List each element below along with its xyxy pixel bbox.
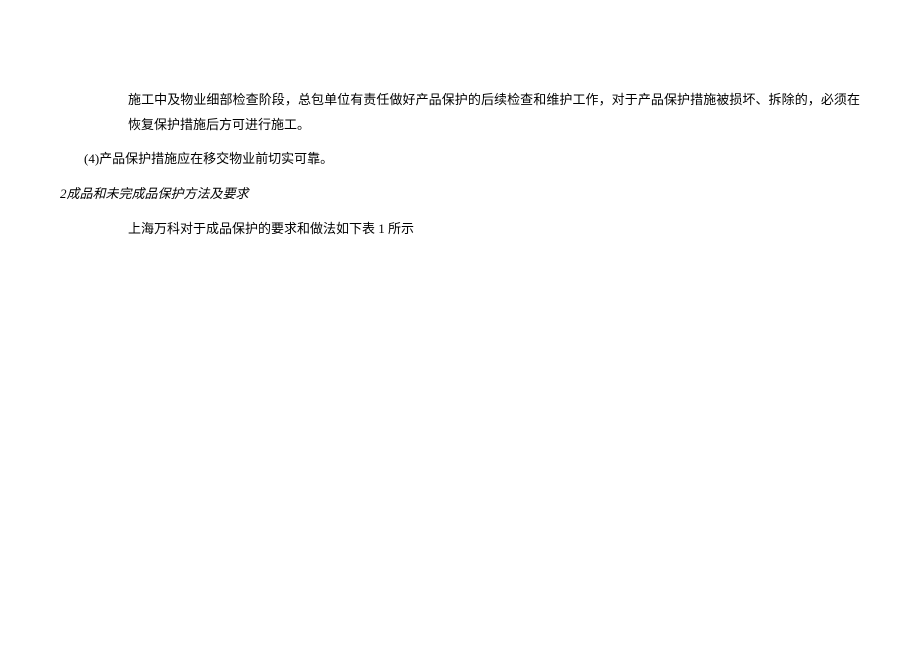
section-title: 成品和未完成品保护方法及要求	[67, 186, 249, 201]
paragraph-construction-phase: 施工中及物业细部检查阶段，总包单位有责任做好产品保护的后续检查和维护工作，对于产…	[60, 88, 860, 137]
paragraph-table-ref: 上海万科对于成品保护的要求和做法如下表 1 所示	[60, 217, 860, 242]
section-heading-2: 2成品和未完成品保护方法及要求	[60, 182, 860, 207]
text-p4: 上海万科对于成品保护的要求和做法如下表 1 所示	[128, 221, 414, 236]
text-p1: 施工中及物业细部检查阶段，总包单位有责任做好产品保护的后续检查和维护工作，对于产…	[128, 92, 860, 132]
paragraph-item4: (4)产品保护措施应在移交物业前切实可靠。	[60, 147, 860, 172]
text-p2: (4)产品保护措施应在移交物业前切实可靠。	[84, 151, 333, 166]
